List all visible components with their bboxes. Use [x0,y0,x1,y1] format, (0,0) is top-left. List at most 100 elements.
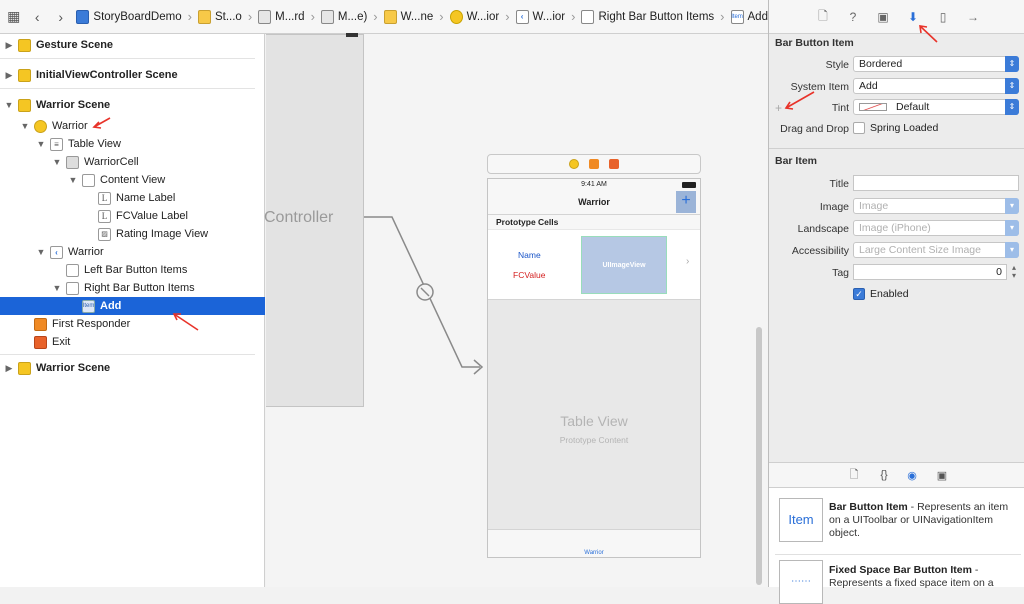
breadcrumb-storyboard[interactable]: M...rd › [258,9,315,24]
outline-row-add[interactable]: Item Add [0,297,265,315]
disclosure-triangle-icon[interactable]: ▼ [36,139,46,149]
outline-row-gesture-scene[interactable]: ▶ Gesture Scene [0,36,265,54]
project-icon [76,9,90,24]
landscape-combo[interactable]: Image (iPhone) ▾ [853,220,1019,236]
outline-row-right-bar-button-items[interactable]: ▼ Right Bar Button Items [0,279,265,297]
navigation-title: Warrior [578,197,610,207]
outline-row-initial-scene[interactable]: ▶ InitialViewController Scene [0,66,265,84]
file-inspector-icon[interactable]: 🗋 [815,9,831,25]
media-library-icon[interactable]: ▣ [935,468,949,482]
image-view-icon: ▨ [98,227,111,241]
connections-inspector-icon[interactable]: → [965,9,981,25]
style-popup[interactable]: Bordered ⇕ [853,56,1019,72]
library-item-fixed-space[interactable]: Fixed Space Bar Button Item - Represents… [829,564,1019,590]
breadcrumb-scene[interactable]: W...ne › [383,9,444,24]
exit-icon[interactable] [609,159,619,169]
add-bar-button[interactable]: + [676,191,696,213]
tag-field[interactable]: 0 [853,264,1007,280]
enabled-checkbox[interactable]: ✓ [853,288,865,300]
breadcrumb-storyboard-base[interactable]: M...e) › [320,9,378,24]
vertical-scrollbar[interactable] [756,327,762,585]
breadcrumb-navigation-item[interactable]: ‹ W...ior › [515,9,575,24]
breadcrumb-right-bar-button-items[interactable]: Right Bar Button Items › [581,9,725,24]
outline-row-rating-image-view[interactable]: ▨ Rating Image View [0,225,265,243]
breadcrumb-folder[interactable]: St...o › [197,9,252,24]
breadcrumb-project[interactable]: StoryBoardDemo › [76,9,192,24]
bar-button-item-library-icon[interactable]: Item [779,498,823,542]
size-inspector-icon[interactable]: ▯ [935,9,951,25]
outline-row-content-view[interactable]: ▼ Content View [0,171,265,189]
disclosure-triangle-icon[interactable]: ▼ [68,175,78,185]
title-field[interactable] [853,175,1019,191]
tab-bar-item-label[interactable]: Warrior [488,550,700,556]
chevron-down-icon: ▾ [1005,242,1019,258]
chevron-updown-icon: ⇕ [1005,99,1019,115]
fixed-space-library-icon[interactable]: ⋯⋯ [779,560,823,604]
forward-arrow-icon[interactable]: › [51,7,70,27]
title-label: Title [829,178,849,190]
divider [0,58,255,59]
outline-row-exit[interactable]: Exit [0,333,265,351]
disclosure-triangle-icon[interactable]: ▶ [4,70,14,81]
disclosure-triangle-icon[interactable]: ▼ [20,121,30,131]
disclosure-triangle-icon[interactable]: ▼ [52,157,62,167]
disclosure-triangle-icon[interactable]: ▼ [36,247,46,257]
warrior-scene-preview[interactable]: 9:41 AM Warrior + Prototype Cells Name F… [487,178,701,558]
chevron-down-icon: ▾ [1005,220,1019,236]
table-view-icon: ≡ [50,137,63,151]
navigation-item-icon: ‹ [50,245,63,259]
disclosure-triangle-icon[interactable]: ▶ [4,363,14,374]
battery-icon [682,182,696,188]
disclosure-triangle-icon[interactable]: ▼ [4,100,14,110]
outline-row-first-responder[interactable]: First Responder [0,315,265,333]
fcvalue-label[interactable]: FCValue [513,270,545,280]
name-label[interactable]: Name [518,250,541,260]
outline-row-fcvalue-label[interactable]: L FCValue Label [0,207,265,225]
view-controller-icon[interactable] [569,159,579,169]
landscape-label: Landscape [797,223,849,235]
status-bar: 9:41 AM [488,179,700,191]
accessibility-combo[interactable]: Large Content Size Image ▾ [853,242,1019,258]
tab-bar: Warrior [488,529,700,557]
outline-row-warrior-cell[interactable]: ▼ WarriorCell [0,153,265,171]
library-item-bar-button-item[interactable]: Bar Button Item - Represents an item on … [829,501,1019,540]
disclosure-triangle-icon[interactable]: ▼ [52,283,62,293]
bar-button-item-icon: Item [82,299,95,313]
storyboard-canvas[interactable]: Controller 9:41 AM Warrior + Prototype C… [264,33,768,587]
outline-row-navigation-item[interactable]: ▼ ‹ Warrior [0,243,265,261]
tint-popup[interactable]: Default ⇕ [853,99,1019,115]
table-view-subtitle: Prototype Content [559,435,629,445]
divider [769,148,1024,149]
prototype-cell[interactable]: Name FCValue UIImageView › [488,230,700,300]
scene-icon [18,361,31,375]
file-template-icon[interactable]: 🗋 [847,468,861,482]
disclosure-triangle-icon[interactable]: ▶ [4,40,14,51]
code-snippet-icon[interactable]: {} [877,468,891,482]
system-item-popup[interactable]: Add ⇕ [853,78,1019,94]
image-combo[interactable]: Image ▾ [853,198,1019,214]
outline-row-name-label[interactable]: L Name Label [0,189,265,207]
tag-stepper[interactable]: ▴ ▾ [1009,264,1019,280]
help-inspector-icon[interactable]: ? [845,9,861,25]
breadcrumb-add[interactable]: Item Add [730,9,768,24]
outline-row-warrior-vc[interactable]: ▼ Warrior [0,117,265,135]
library-tab-bar: 🗋 {} ◉ ▣ [769,462,1024,488]
document-outline: ▶ Gesture Scene ▶ InitialViewController Sc… [0,34,265,587]
outline-row-warrior-scene-2[interactable]: ▶ Warrior Scene [0,359,265,377]
identity-inspector-icon[interactable]: ▣ [875,9,891,25]
inspector-tab-bar: 🗋 ? ▣ ⬇ ▯ → [769,0,1024,34]
breadcrumb-view-controller[interactable]: W...ior › [449,9,510,24]
attributes-inspector: 🗋 ? ▣ ⬇ ▯ → Bar Button Item Style Border… [768,0,1024,604]
back-arrow-icon[interactable]: ‹ [27,7,46,27]
rating-image-view[interactable]: UIImageView [581,236,667,294]
grid-icon[interactable]: ▦ [4,7,23,27]
attributes-inspector-icon[interactable]: ⬇ [905,9,921,25]
spring-loaded-checkbox[interactable] [853,122,865,134]
outline-row-warrior-scene[interactable]: ▼ Warrior Scene [0,96,265,114]
first-responder-icon [34,317,47,331]
outline-row-left-bar-button-items[interactable]: Left Bar Button Items [0,261,265,279]
object-library-icon[interactable]: ◉ [905,468,919,482]
outline-row-table-view[interactable]: ▼ ≡ Table View [0,135,265,153]
first-responder-icon[interactable] [589,159,599,169]
chevron-updown-icon: ⇕ [1005,78,1019,94]
